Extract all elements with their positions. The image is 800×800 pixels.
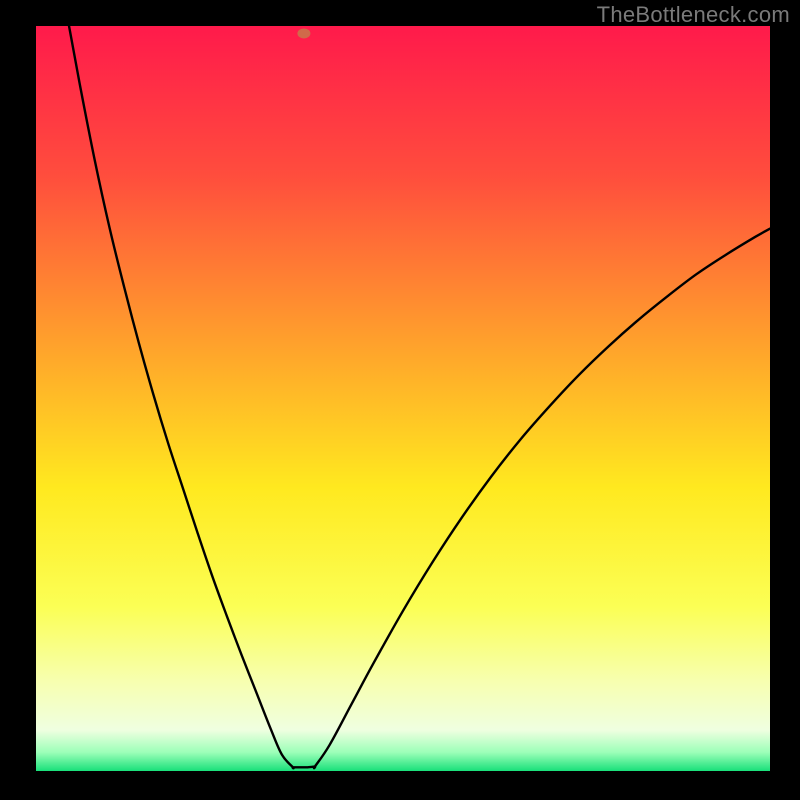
bottleneck-chart (0, 0, 800, 800)
chart-frame: TheBottleneck.com (0, 0, 800, 800)
watermark-label: TheBottleneck.com (597, 2, 790, 28)
minimum-marker (297, 28, 310, 38)
gradient-background (36, 26, 770, 771)
